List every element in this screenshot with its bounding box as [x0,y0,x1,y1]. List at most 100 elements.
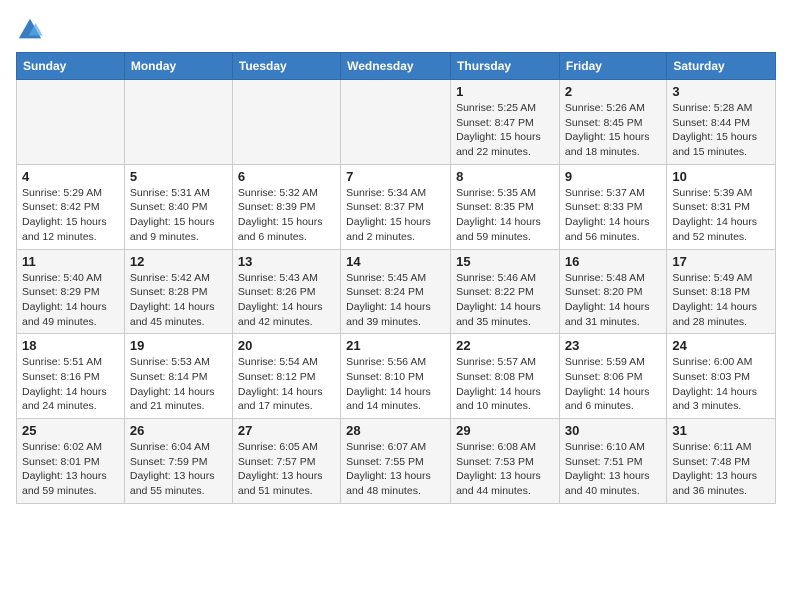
day-header-monday: Monday [124,53,232,80]
day-number: 17 [672,254,770,269]
day-header-wednesday: Wednesday [341,53,451,80]
day-info: Sunrise: 5:56 AMSunset: 8:10 PMDaylight:… [346,355,445,414]
calendar-cell: 13 Sunrise: 5:43 AMSunset: 8:26 PMDayligh… [232,249,340,334]
week-row-4: 18 Sunrise: 5:51 AMSunset: 8:16 PMDayligh… [17,334,776,419]
day-number: 23 [565,338,661,353]
day-number: 24 [672,338,770,353]
day-number: 21 [346,338,445,353]
day-number: 29 [456,423,554,438]
day-info: Sunrise: 5:46 AMSunset: 8:22 PMDaylight:… [456,271,554,330]
logo [16,16,48,44]
day-number: 22 [456,338,554,353]
day-info: Sunrise: 6:11 AMSunset: 7:48 PMDaylight:… [672,440,770,499]
day-info: Sunrise: 5:54 AMSunset: 8:12 PMDaylight:… [238,355,335,414]
day-info: Sunrise: 5:32 AMSunset: 8:39 PMDaylight:… [238,186,335,245]
calendar-cell: 30 Sunrise: 6:10 AMSunset: 7:51 PMDayligh… [559,419,666,504]
day-info: Sunrise: 6:02 AMSunset: 8:01 PMDaylight:… [22,440,119,499]
day-info: Sunrise: 6:10 AMSunset: 7:51 PMDaylight:… [565,440,661,499]
calendar-cell [17,80,125,165]
calendar-cell: 31 Sunrise: 6:11 AMSunset: 7:48 PMDayligh… [667,419,776,504]
day-info: Sunrise: 5:49 AMSunset: 8:18 PMDaylight:… [672,271,770,330]
calendar-cell: 3Sunrise: 5:28 AMSunset: 8:44 PMDaylight… [667,80,776,165]
calendar-cell: 23 Sunrise: 5:59 AMSunset: 8:06 PMDayligh… [559,334,666,419]
day-number: 16 [565,254,661,269]
calendar-cell: 24 Sunrise: 6:00 AMSunset: 8:03 PMDayligh… [667,334,776,419]
day-number: 12 [130,254,227,269]
day-number: 14 [346,254,445,269]
calendar-cell: 8 Sunrise: 5:35 AMSunset: 8:35 PMDaylight… [451,164,560,249]
page-header [16,16,776,44]
calendar-cell: 9Sunrise: 5:37 AMSunset: 8:33 PMDaylight… [559,164,666,249]
day-info: Sunrise: 6:04 AMSunset: 7:59 PMDaylight:… [130,440,227,499]
calendar-header-row: SundayMondayTuesdayWednesdayThursdayFrid… [17,53,776,80]
day-number: 31 [672,423,770,438]
calendar-table: SundayMondayTuesdayWednesdayThursdayFrid… [16,52,776,504]
calendar-cell: 15 Sunrise: 5:46 AMSunset: 8:22 PMDayligh… [451,249,560,334]
day-info: Sunrise: 5:48 AMSunset: 8:20 PMDaylight:… [565,271,661,330]
calendar-cell: 16 Sunrise: 5:48 AMSunset: 8:20 PMDayligh… [559,249,666,334]
day-info: Sunrise: 5:42 AMSunset: 8:28 PMDaylight:… [130,271,227,330]
day-info: Sunrise: 5:29 AMSunset: 8:42 PMDaylight:… [22,186,119,245]
day-number: 2 [565,84,661,99]
day-number: 1 [456,84,554,99]
calendar-cell [341,80,451,165]
calendar-cell: 20 Sunrise: 5:54 AMSunset: 8:12 PMDayligh… [232,334,340,419]
day-number: 7 [346,169,445,184]
calendar-cell: 6 Sunrise: 5:32 AMSunset: 8:39 PMDaylight… [232,164,340,249]
day-info: Sunrise: 5:37 AMSunset: 8:33 PMDaylight:… [565,186,661,245]
day-info: Sunrise: 5:40 AMSunset: 8:29 PMDaylight:… [22,271,119,330]
day-info: Sunrise: 5:35 AMSunset: 8:35 PMDaylight:… [456,186,554,245]
day-info: Sunrise: 5:51 AMSunset: 8:16 PMDaylight:… [22,355,119,414]
day-info: Sunrise: 6:08 AMSunset: 7:53 PMDaylight:… [456,440,554,499]
calendar-cell: 25Sunrise: 6:02 AMSunset: 8:01 PMDayligh… [17,419,125,504]
calendar-cell: 4Sunrise: 5:29 AMSunset: 8:42 PMDaylight… [17,164,125,249]
calendar-cell: 19 Sunrise: 5:53 AMSunset: 8:14 PMDayligh… [124,334,232,419]
day-header-tuesday: Tuesday [232,53,340,80]
calendar-cell: 2 Sunrise: 5:26 AMSunset: 8:45 PMDaylight… [559,80,666,165]
calendar-cell: 27Sunrise: 6:05 AMSunset: 7:57 PMDayligh… [232,419,340,504]
calendar-cell [124,80,232,165]
day-info: Sunrise: 5:53 AMSunset: 8:14 PMDaylight:… [130,355,227,414]
day-info: Sunrise: 5:59 AMSunset: 8:06 PMDaylight:… [565,355,661,414]
calendar-cell: 10Sunrise: 5:39 AMSunset: 8:31 PMDayligh… [667,164,776,249]
day-header-saturday: Saturday [667,53,776,80]
day-number: 27 [238,423,335,438]
calendar-cell: 26 Sunrise: 6:04 AMSunset: 7:59 PMDayligh… [124,419,232,504]
calendar-cell: 14 Sunrise: 5:45 AMSunset: 8:24 PMDayligh… [341,249,451,334]
day-info: Sunrise: 5:34 AMSunset: 8:37 PMDaylight:… [346,186,445,245]
day-number: 5 [130,169,227,184]
day-number: 20 [238,338,335,353]
day-number: 15 [456,254,554,269]
day-info: Sunrise: 5:45 AMSunset: 8:24 PMDaylight:… [346,271,445,330]
day-header-friday: Friday [559,53,666,80]
day-number: 3 [672,84,770,99]
day-number: 6 [238,169,335,184]
day-number: 30 [565,423,661,438]
day-number: 26 [130,423,227,438]
calendar-cell [232,80,340,165]
day-info: Sunrise: 5:31 AMSunset: 8:40 PMDaylight:… [130,186,227,245]
calendar-cell: 17 Sunrise: 5:49 AMSunset: 8:18 PMDayligh… [667,249,776,334]
day-info: Sunrise: 6:00 AMSunset: 8:03 PMDaylight:… [672,355,770,414]
day-number: 11 [22,254,119,269]
week-row-5: 25Sunrise: 6:02 AMSunset: 8:01 PMDayligh… [17,419,776,504]
day-number: 18 [22,338,119,353]
day-header-sunday: Sunday [17,53,125,80]
calendar-cell: 28Sunrise: 6:07 AMSunset: 7:55 PMDayligh… [341,419,451,504]
day-info: Sunrise: 5:57 AMSunset: 8:08 PMDaylight:… [456,355,554,414]
calendar-cell: 22 Sunrise: 5:57 AMSunset: 8:08 PMDayligh… [451,334,560,419]
week-row-2: 4Sunrise: 5:29 AMSunset: 8:42 PMDaylight… [17,164,776,249]
day-info: Sunrise: 5:43 AMSunset: 8:26 PMDaylight:… [238,271,335,330]
calendar-cell: 29 Sunrise: 6:08 AMSunset: 7:53 PMDayligh… [451,419,560,504]
day-info: Sunrise: 5:26 AMSunset: 8:45 PMDaylight:… [565,101,661,160]
day-number: 19 [130,338,227,353]
day-number: 28 [346,423,445,438]
week-row-1: 1Sunrise: 5:25 AMSunset: 8:47 PMDaylight… [17,80,776,165]
day-info: Sunrise: 5:39 AMSunset: 8:31 PMDaylight:… [672,186,770,245]
day-number: 8 [456,169,554,184]
week-row-3: 11 Sunrise: 5:40 AMSunset: 8:29 PMDayligh… [17,249,776,334]
calendar-cell: 18 Sunrise: 5:51 AMSunset: 8:16 PMDayligh… [17,334,125,419]
calendar-cell: 1Sunrise: 5:25 AMSunset: 8:47 PMDaylight… [451,80,560,165]
calendar-cell: 21 Sunrise: 5:56 AMSunset: 8:10 PMDayligh… [341,334,451,419]
day-number: 13 [238,254,335,269]
